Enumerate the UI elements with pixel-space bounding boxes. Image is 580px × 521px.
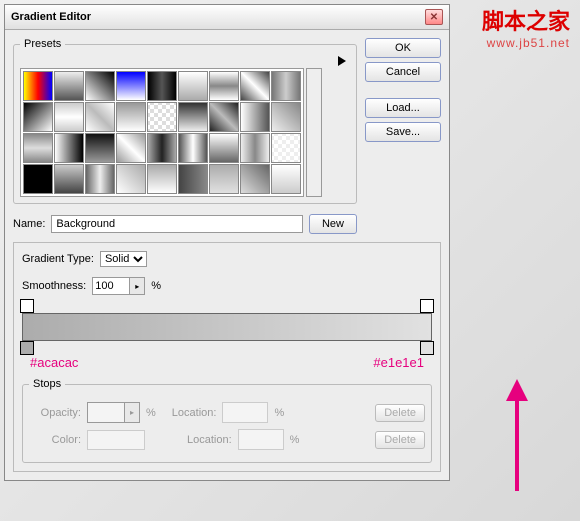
preset-swatch[interactable] bbox=[271, 164, 301, 194]
smoothness-label: Smoothness: bbox=[22, 280, 86, 292]
hex-right: #e1e1e1 bbox=[373, 355, 424, 370]
preset-swatch[interactable] bbox=[209, 102, 239, 132]
preset-swatch[interactable] bbox=[178, 164, 208, 194]
titlebar[interactable]: Gradient Editor ✕ bbox=[5, 5, 449, 30]
preset-swatch[interactable] bbox=[178, 71, 208, 101]
preset-swatch[interactable] bbox=[85, 102, 115, 132]
preset-swatch[interactable] bbox=[240, 102, 270, 132]
watermark: 脚本之家 www.jb51.net bbox=[482, 4, 570, 50]
presets-legend: Presets bbox=[20, 38, 65, 50]
gradient-preview-area bbox=[22, 313, 432, 341]
preset-swatch[interactable] bbox=[116, 102, 146, 132]
preset-swatch[interactable] bbox=[116, 164, 146, 194]
preset-swatch[interactable] bbox=[23, 102, 53, 132]
preset-swatch[interactable] bbox=[54, 102, 84, 132]
presets-grid bbox=[20, 68, 304, 197]
preset-swatch[interactable] bbox=[209, 133, 239, 163]
annotation-arrow bbox=[506, 379, 528, 491]
presets-menu-icon[interactable] bbox=[338, 56, 346, 66]
gradient-editor-dialog: Gradient Editor ✕ Presets Name: New OK C… bbox=[4, 4, 450, 481]
load-button[interactable]: Load... bbox=[365, 98, 441, 118]
preset-swatch[interactable] bbox=[23, 133, 53, 163]
smoothness-unit: % bbox=[151, 280, 161, 292]
color-label: Color: bbox=[29, 434, 81, 446]
stops-fieldset: Stops Opacity: ▸ % Location: % Delete Co… bbox=[22, 378, 432, 463]
hex-left: #acacac bbox=[30, 355, 78, 370]
hex-annotations: #acacac #e1e1e1 bbox=[22, 355, 432, 370]
preset-swatch[interactable] bbox=[209, 164, 239, 194]
preset-swatch[interactable] bbox=[54, 164, 84, 194]
opacity-label: Opacity: bbox=[29, 407, 81, 419]
preset-swatch[interactable] bbox=[271, 71, 301, 101]
preset-swatch[interactable] bbox=[178, 102, 208, 132]
opacity-stepper: ▸ bbox=[87, 402, 140, 423]
opacity-input bbox=[88, 403, 124, 422]
location-unit: % bbox=[274, 407, 284, 419]
delete-color-button: Delete bbox=[375, 431, 425, 449]
stops-legend: Stops bbox=[29, 378, 65, 390]
preset-swatch[interactable] bbox=[23, 164, 53, 194]
chevron-right-icon: ▸ bbox=[124, 403, 139, 422]
preset-swatch[interactable] bbox=[147, 71, 177, 101]
location-label-2: Location: bbox=[187, 434, 232, 446]
color-stop-right[interactable] bbox=[420, 341, 434, 355]
arrow-up-icon bbox=[506, 379, 528, 401]
chevron-right-icon[interactable]: ▸ bbox=[129, 278, 144, 294]
preset-swatch[interactable] bbox=[85, 71, 115, 101]
name-label: Name: bbox=[13, 218, 45, 230]
preset-swatch[interactable] bbox=[116, 71, 146, 101]
new-button[interactable]: New bbox=[309, 214, 357, 234]
gradient-settings: Gradient Type: Solid Smoothness: ▸ % #ac… bbox=[13, 242, 441, 472]
preset-swatch[interactable] bbox=[271, 133, 301, 163]
preset-swatch[interactable] bbox=[85, 164, 115, 194]
smoothness-stepper[interactable]: ▸ bbox=[92, 277, 145, 295]
presets-fieldset: Presets bbox=[13, 38, 357, 204]
dialog-title: Gradient Editor bbox=[11, 11, 91, 23]
delete-opacity-button: Delete bbox=[375, 404, 425, 422]
name-input[interactable] bbox=[51, 215, 303, 233]
close-button[interactable]: ✕ bbox=[425, 9, 443, 25]
color-location-input bbox=[238, 429, 284, 450]
preset-swatch[interactable] bbox=[240, 71, 270, 101]
preset-swatch[interactable] bbox=[116, 133, 146, 163]
save-button[interactable]: Save... bbox=[365, 122, 441, 142]
color-swatch bbox=[87, 430, 145, 450]
opacity-stop-left[interactable] bbox=[20, 299, 34, 313]
preset-swatch[interactable] bbox=[147, 164, 177, 194]
opacity-location-input bbox=[222, 402, 268, 423]
watermark-url: www.jb51.net bbox=[482, 36, 570, 50]
smoothness-input[interactable] bbox=[93, 278, 129, 294]
cancel-button[interactable]: Cancel bbox=[365, 62, 441, 82]
preset-swatch[interactable] bbox=[54, 71, 84, 101]
watermark-title: 脚本之家 bbox=[482, 4, 570, 36]
preset-swatch[interactable] bbox=[209, 71, 239, 101]
preset-swatch[interactable] bbox=[240, 133, 270, 163]
preset-swatch[interactable] bbox=[85, 133, 115, 163]
gradient-type-select[interactable]: Solid bbox=[100, 251, 147, 267]
location-unit-2: % bbox=[290, 434, 300, 446]
presets-scrollbar[interactable] bbox=[306, 68, 322, 197]
preset-swatch[interactable] bbox=[271, 102, 301, 132]
gradient-type-label: Gradient Type: bbox=[22, 253, 94, 265]
close-icon: ✕ bbox=[430, 12, 438, 23]
opacity-unit: % bbox=[146, 407, 156, 419]
gradient-bar[interactable] bbox=[22, 313, 432, 341]
location-label: Location: bbox=[172, 407, 217, 419]
preset-swatch[interactable] bbox=[240, 164, 270, 194]
preset-swatch[interactable] bbox=[147, 102, 177, 132]
preset-swatch[interactable] bbox=[54, 133, 84, 163]
preset-swatch[interactable] bbox=[23, 71, 53, 101]
preset-swatch[interactable] bbox=[178, 133, 208, 163]
color-stop-left[interactable] bbox=[20, 341, 34, 355]
opacity-stop-right[interactable] bbox=[420, 299, 434, 313]
preset-swatch[interactable] bbox=[147, 133, 177, 163]
ok-button[interactable]: OK bbox=[365, 38, 441, 58]
